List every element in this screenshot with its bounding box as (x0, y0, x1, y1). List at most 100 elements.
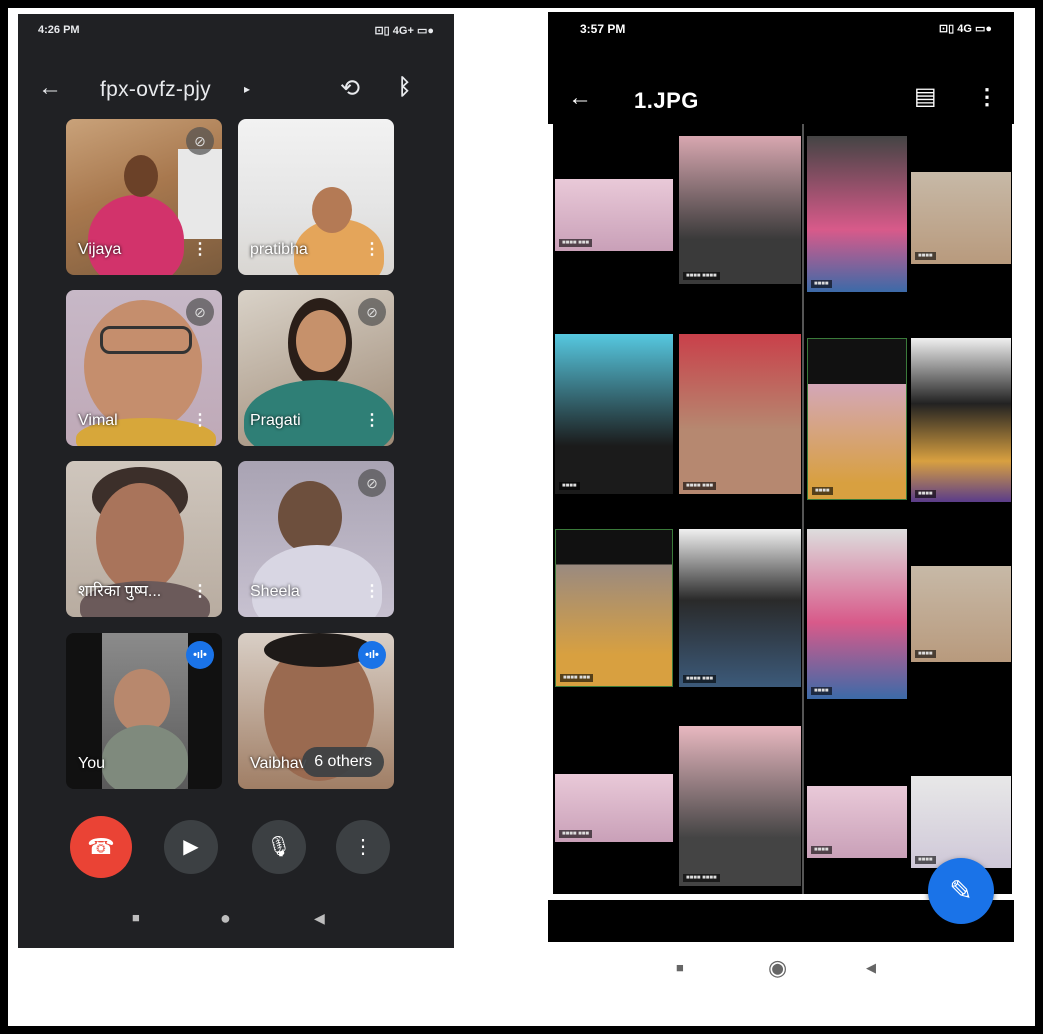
recents-icon[interactable]: ■ (676, 960, 684, 975)
participant-hair (264, 633, 374, 667)
file-name: 1.JPG (634, 88, 699, 113)
participant-tile[interactable]: •ıl• Vaibhav 6 others (238, 633, 394, 789)
mic-off-icon: ⊘ (186, 298, 214, 326)
collage-tile: ■■■■ (807, 136, 907, 292)
recents-icon[interactable]: ■ (132, 910, 140, 925)
edit-button[interactable]: ✎ (928, 858, 994, 924)
back-nav-icon[interactable]: ◀ (314, 910, 325, 927)
meet-header: ← fpx-ovfz-pjy ▸ ⟲ ᛒ (18, 72, 454, 112)
meeting-code[interactable]: fpx-ovfz-pjy (100, 78, 211, 102)
participant-name: शारिका पुष्प... (78, 583, 162, 600)
status-indicators: ⊡▯ 4G+ ▭● (374, 25, 434, 37)
tile-caption: ■■■■ (915, 650, 936, 658)
tile-caption: ■■■■ ■■■ (560, 674, 594, 682)
others-count-badge[interactable]: 6 others (302, 747, 384, 777)
tile-caption: ■■■■ ■■■■ (683, 874, 720, 882)
back-nav-icon[interactable]: ◀ (866, 960, 876, 976)
participant-name: Vaibhav (250, 755, 307, 772)
speaking-indicator-icon: •ıl• (186, 641, 214, 669)
tile-caption: ■■■■ ■■■■ (683, 272, 720, 280)
status-time: 4:26 PM (38, 24, 80, 36)
participant-head (312, 187, 352, 233)
participant-name: Sheela (250, 583, 300, 600)
participant-head (124, 155, 158, 197)
bluetooth-icon[interactable]: ᛒ (398, 74, 411, 100)
participant-name: pratibha (250, 241, 308, 258)
status-time: 3:57 PM (580, 22, 626, 36)
collage-tile: ■■■■ ■■■ (555, 529, 673, 687)
collage-tile: ■■■■ (555, 334, 673, 494)
status-bar: 4:26 PM ⊡▯ 4G+ ▭● (18, 24, 454, 40)
more-options-icon[interactable]: ⋮ (192, 581, 208, 601)
participant-tile[interactable]: ⊘ Sheela ⋮ (238, 461, 394, 617)
window-background (178, 149, 222, 239)
collage-tile: ■■■■ ■■■■ (679, 136, 801, 284)
mic-toggle-button[interactable]: 🎙 (252, 820, 306, 874)
android-navbar: ■ ◉ ◀ (548, 955, 1014, 988)
tile-caption: ■■■■ ■■■ (559, 239, 593, 247)
tile-caption: ■■■■ (559, 482, 580, 490)
home-icon[interactable]: ◉ (768, 955, 787, 981)
collage-tile: ■■■■ ■■■■ (679, 726, 801, 886)
collage-tile: ■■■■ (911, 566, 1011, 662)
end-call-button[interactable]: ☎ (70, 816, 132, 878)
call-controls: ☎ ▶ 🎙 ⋮ (18, 816, 454, 878)
collage-tile: ■■■■ (807, 529, 907, 699)
tile-caption: ■■■■ (915, 490, 936, 498)
participant-figure (88, 195, 184, 275)
collage-tile: ■■■■ (807, 786, 907, 858)
participant-tile[interactable]: ⊘ Pragati ⋮ (238, 290, 394, 446)
participant-tile[interactable]: ⊘ Vijaya ⋮ (66, 119, 222, 275)
screenshot-canvas: 4:26 PM ⊡▯ 4G+ ▭● ← fpx-ovfz-pjy ▸ ⟲ ᛒ ⊘… (0, 0, 1043, 1034)
android-navbar: ■ ● ◀ (18, 908, 454, 940)
glasses (100, 326, 192, 354)
tile-caption: ■■■■ ■■■ (683, 675, 717, 683)
more-options-icon[interactable]: ⋮ (364, 581, 380, 601)
photo-viewer-screen: 3:57 PM ⊡▯ 4G ▭● ← 1.JPG ▤ ⋮ ■■■■ ■■■ ■■… (548, 12, 1014, 942)
mic-off-icon: ⊘ (358, 469, 386, 497)
viewer-top-bar: 3:57 PM ⊡▯ 4G ▭● ← 1.JPG ▤ ⋮ (548, 12, 1014, 124)
meet-call-screen: 4:26 PM ⊡▯ 4G+ ▭● ← fpx-ovfz-pjy ▸ ⟲ ᛒ ⊘… (18, 14, 454, 948)
participant-head (296, 310, 346, 372)
participant-head (96, 483, 184, 593)
back-arrow-icon[interactable]: ← (38, 74, 62, 102)
collage-tile: ■■■■ (911, 172, 1011, 264)
collage-tile: ■■■■ ■■■ (679, 334, 801, 494)
chat-icon[interactable]: ▤ (914, 82, 937, 111)
participant-tile[interactable]: शारिका पुष्प... ⋮ (66, 461, 222, 617)
collage-tile: ■■■■ ■■■ (679, 529, 801, 687)
more-options-icon[interactable]: ⋮ (364, 239, 380, 259)
more-options-icon[interactable]: ⋮ (192, 410, 208, 430)
more-options-icon[interactable]: ⋮ (192, 239, 208, 259)
tile-caption: ■■■■ (915, 856, 936, 864)
participant-name: You (78, 755, 105, 772)
tile-caption: ■■■■ (811, 687, 832, 695)
caret-right-icon[interactable]: ▸ (244, 82, 250, 96)
collage-tile: ■■■■ ■■■ (555, 774, 673, 842)
participant-figure (102, 725, 188, 789)
participant-figure (252, 545, 382, 617)
photo-content: ■■■■ ■■■ ■■■■ ■■■■ ■■■■ ■■■■ ■■■ ■■■■ ■■… (553, 124, 1012, 894)
more-options-icon[interactable]: ⋮ (976, 84, 998, 110)
tile-caption: ■■■■ (811, 280, 832, 288)
more-options-button[interactable]: ⋮ (336, 820, 390, 874)
tile-caption: ■■■■ (915, 252, 936, 260)
speaking-indicator-icon: •ıl• (358, 641, 386, 669)
home-icon[interactable]: ● (220, 908, 231, 929)
participant-name: Pragati (250, 412, 301, 429)
status-indicators: ⊡▯ 4G ▭● (938, 23, 992, 35)
participant-tile[interactable]: pratibha ⋮ (238, 119, 394, 275)
participant-name: Vimal (78, 412, 118, 429)
more-options-icon[interactable]: ⋮ (364, 410, 380, 430)
collage-tile: ■■■■ ■■■ (555, 179, 673, 251)
back-arrow-icon[interactable]: ← (568, 84, 592, 112)
participant-tile[interactable]: •ıl• You (66, 633, 222, 789)
viewer-header: ← 1.JPG ▤ ⋮ (548, 82, 1014, 122)
collage-tile: ■■■■ (807, 338, 907, 500)
switch-camera-icon[interactable]: ⟲ (340, 74, 360, 103)
collage-divider (802, 124, 804, 894)
camera-toggle-button[interactable]: ▶ (164, 820, 218, 874)
status-bar: 3:57 PM ⊡▯ 4G ▭● (548, 22, 1014, 38)
mic-off-icon: ⊘ (186, 127, 214, 155)
participant-tile[interactable]: ⊘ Vimal ⋮ (66, 290, 222, 446)
